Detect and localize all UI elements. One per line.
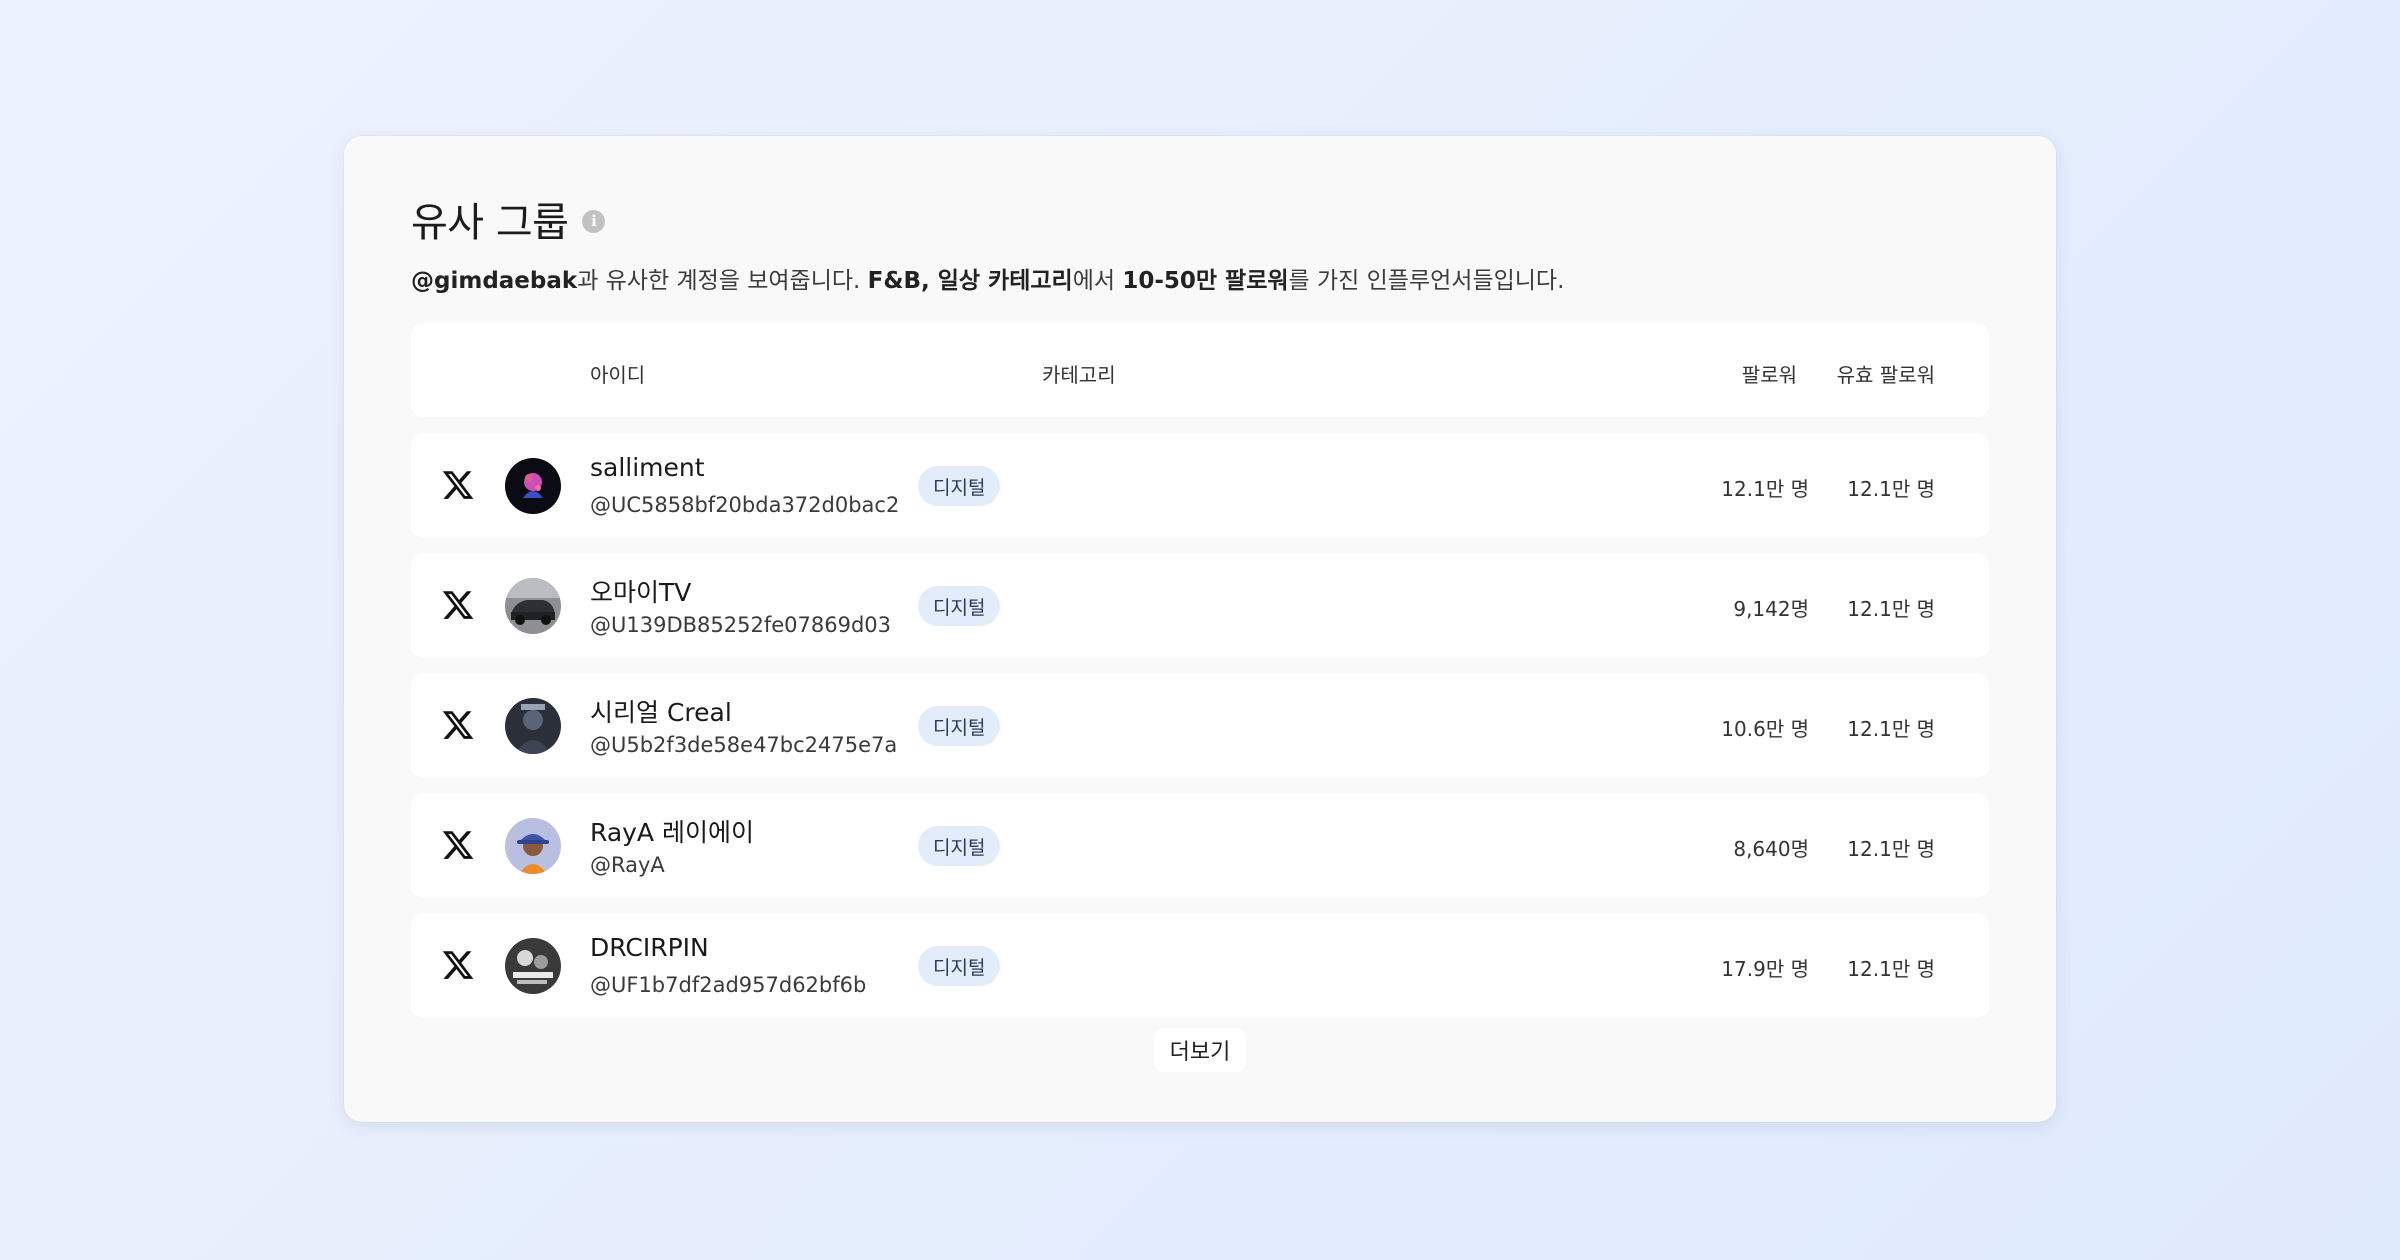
similar-group-card: 유사 그룹 i @gimdaebak과 유사한 계정을 보여줍니다. F&B, … [344, 136, 2056, 1122]
info-icon[interactable]: i [582, 209, 606, 233]
followers-count: 17.9만 명 [1721, 957, 1809, 981]
avatar[interactable] [505, 938, 561, 994]
category-badge: 디지털 [918, 586, 1001, 626]
effective-followers-count: 12.1만 명 [1847, 717, 1935, 741]
header-followers: 팔로워 [1741, 363, 1797, 387]
avatar[interactable] [505, 578, 561, 634]
account-handle: @RayA [590, 853, 665, 877]
effective-followers-count: 12.1만 명 [1847, 957, 1935, 981]
followers-count: 9,142명 [1733, 597, 1809, 621]
avatar[interactable] [505, 458, 561, 514]
header-id: 아이디 [590, 363, 646, 387]
description-categories: F&B, 일상 카테고리 [867, 268, 1073, 294]
effective-followers-count: 12.1만 명 [1847, 477, 1935, 501]
x-logo-icon[interactable] [441, 588, 475, 622]
title-row: 유사 그룹 i [411, 190, 606, 248]
table-row[interactable]: RayA 레이에이 @RayA 디지털 8,640명 12.1만 명 [411, 793, 1989, 898]
account-name[interactable]: 시리얼 Creal [590, 693, 732, 729]
account-name[interactable]: salliment [590, 453, 705, 482]
category-badge: 디지털 [918, 946, 1001, 986]
account-handle: @U5b2f3de58e47bc2475e7a [590, 733, 898, 757]
description-range: 10-50만 팔로워 [1122, 268, 1289, 294]
x-logo-icon[interactable] [441, 828, 475, 862]
account-handle: @UC5858bf20bda372d0bac2 [590, 493, 900, 517]
section-description: @gimdaebak과 유사한 계정을 보여줍니다. F&B, 일상 카테고리에… [411, 261, 1564, 295]
table-row[interactable]: DRCIRPIN @UF1b7df2ad957d62bf6b 디지털 17.9만… [411, 913, 1989, 1018]
followers-count: 12.1만 명 [1721, 477, 1809, 501]
table-row[interactable]: salliment @UC5858bf20bda372d0bac2 디지털 12… [411, 433, 1989, 538]
header-category: 카테고리 [1042, 363, 1116, 387]
account-name[interactable]: DRCIRPIN [590, 933, 709, 962]
avatar[interactable] [505, 818, 561, 874]
section-title: 유사 그룹 [411, 200, 569, 246]
account-handle: @U139DB85252fe07869d03 [590, 613, 892, 637]
account-name[interactable]: 오마이TV [590, 573, 691, 609]
account-name[interactable]: RayA 레이에이 [590, 813, 754, 849]
table-header: 아이디 카테고리 팔로워 유효 팔로워 [411, 323, 1989, 417]
description-part3: 를 가진 인플루언서들입니다. [1288, 268, 1565, 294]
description-part2: 에서 [1072, 268, 1123, 294]
effective-followers-count: 12.1만 명 [1847, 597, 1935, 621]
followers-count: 8,640명 [1733, 837, 1809, 861]
x-logo-icon[interactable] [441, 468, 475, 502]
effective-followers-count: 12.1만 명 [1847, 837, 1935, 861]
table-row[interactable]: 시리얼 Creal @U5b2f3de58e47bc2475e7a 디지털 10… [411, 673, 1989, 778]
description-handle: @gimdaebak [411, 268, 578, 294]
description-part1: 과 유사한 계정을 보여줍니다. [577, 268, 868, 294]
x-logo-icon[interactable] [441, 948, 475, 982]
category-badge: 디지털 [918, 706, 1001, 746]
account-handle: @UF1b7df2ad957d62bf6b [590, 973, 867, 997]
load-more-button[interactable]: 더보기 [1154, 1028, 1246, 1072]
category-badge: 디지털 [918, 466, 1001, 506]
x-logo-icon[interactable] [441, 708, 475, 742]
header-effective-followers: 유효 팔로워 [1836, 363, 1935, 387]
category-badge: 디지털 [918, 826, 1001, 866]
avatar[interactable] [505, 698, 561, 754]
table-row[interactable]: 오마이TV @U139DB85252fe07869d03 디지털 9,142명 … [411, 553, 1989, 658]
followers-count: 10.6만 명 [1721, 717, 1809, 741]
